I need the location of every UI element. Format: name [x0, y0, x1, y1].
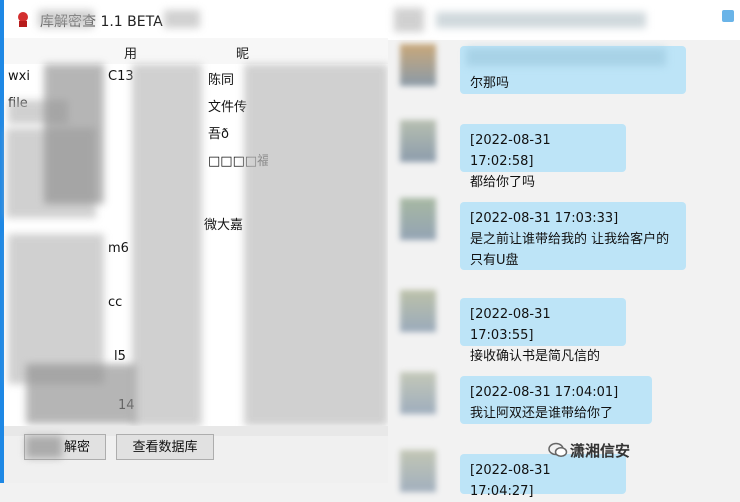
decrypt-tool-window: 库解密查 1.1 BETA 用 昵 wxi C13 陈同 file 文件传 吾ð… — [0, 0, 388, 483]
view-database-button[interactable]: 查看数据库 — [116, 434, 214, 460]
message-text: 我让阿双还是谁带给你了 — [470, 406, 614, 421]
chat-bubble: [2022-08-31 17:03:33] 是之前让谁带给我的 让我给客户的 只… — [460, 202, 686, 270]
message-text: 是之前让谁带给我的 让我给客户的 只有U盘 — [470, 232, 670, 268]
chat-bubble: 尔那吗 — [460, 46, 686, 94]
contact-table: wxi C13 陈同 file 文件传 吾ð □□□□福 微大嘉 — [4, 64, 388, 426]
message-time: [2022-08-31 17:02:58] — [470, 133, 551, 169]
avatar — [400, 290, 436, 332]
chat-bubble: [2022-08-31 17:02:58] 都给你了吗 — [460, 124, 626, 190]
message-time: [2022-08-31 17:03:55] — [470, 307, 551, 343]
chat-bubble: [2022-08-31 17:03:55] 接收确认书是简凡信的 — [460, 298, 626, 364]
table-header: 用 昵 — [4, 38, 388, 65]
avatar — [400, 120, 436, 162]
avatar — [400, 198, 436, 240]
app-logo-icon — [18, 12, 28, 27]
watermark-text: 潇湘信安 — [570, 442, 631, 460]
redacted-region — [26, 364, 136, 424]
message-text: 都给你了吗 — [470, 175, 536, 190]
column-header-user[interactable]: 用 — [124, 43, 137, 62]
chat-bubble: [2022-08-31 17:04:01] 我让阿双还是谁带给你了 — [460, 376, 652, 424]
redacted-region — [164, 10, 200, 28]
redacted-region — [132, 64, 202, 426]
chat-window: 尔那吗 [2022-08-31 17:02:58] 都给你了吗 [2022-08… — [388, 0, 740, 499]
message-time: [2022-08-31 17:04:27] — [470, 463, 551, 499]
avatar — [400, 372, 436, 414]
message-time: [2022-08-31 17:03:33] — [470, 211, 619, 226]
wechat-icon — [548, 442, 568, 457]
window-control-icon[interactable] — [722, 10, 734, 22]
message-time: [2022-08-31 17:04:01] — [470, 385, 619, 400]
redacted-region — [8, 234, 104, 384]
avatar — [400, 44, 436, 86]
column-header-nickname[interactable]: 昵 — [236, 43, 249, 62]
chat-header — [388, 0, 740, 40]
redacted-region — [466, 48, 666, 66]
redacted-region — [38, 10, 94, 28]
redacted-region — [26, 436, 62, 458]
avatar — [400, 450, 436, 492]
redacted-region — [436, 12, 646, 28]
title-bar: 库解密查 1.1 BETA — [4, 0, 388, 38]
message-text: 接收确认书是简凡信的 — [470, 349, 601, 364]
cell-id: wxi — [8, 69, 30, 84]
view-database-button-label: 查看数据库 — [132, 440, 198, 455]
decrypt-button-label: 解密 — [63, 440, 90, 455]
redacted-region — [394, 8, 424, 32]
redacted-region — [244, 64, 388, 426]
message-text: 尔那吗 — [470, 76, 510, 91]
redacted-region — [44, 64, 104, 204]
